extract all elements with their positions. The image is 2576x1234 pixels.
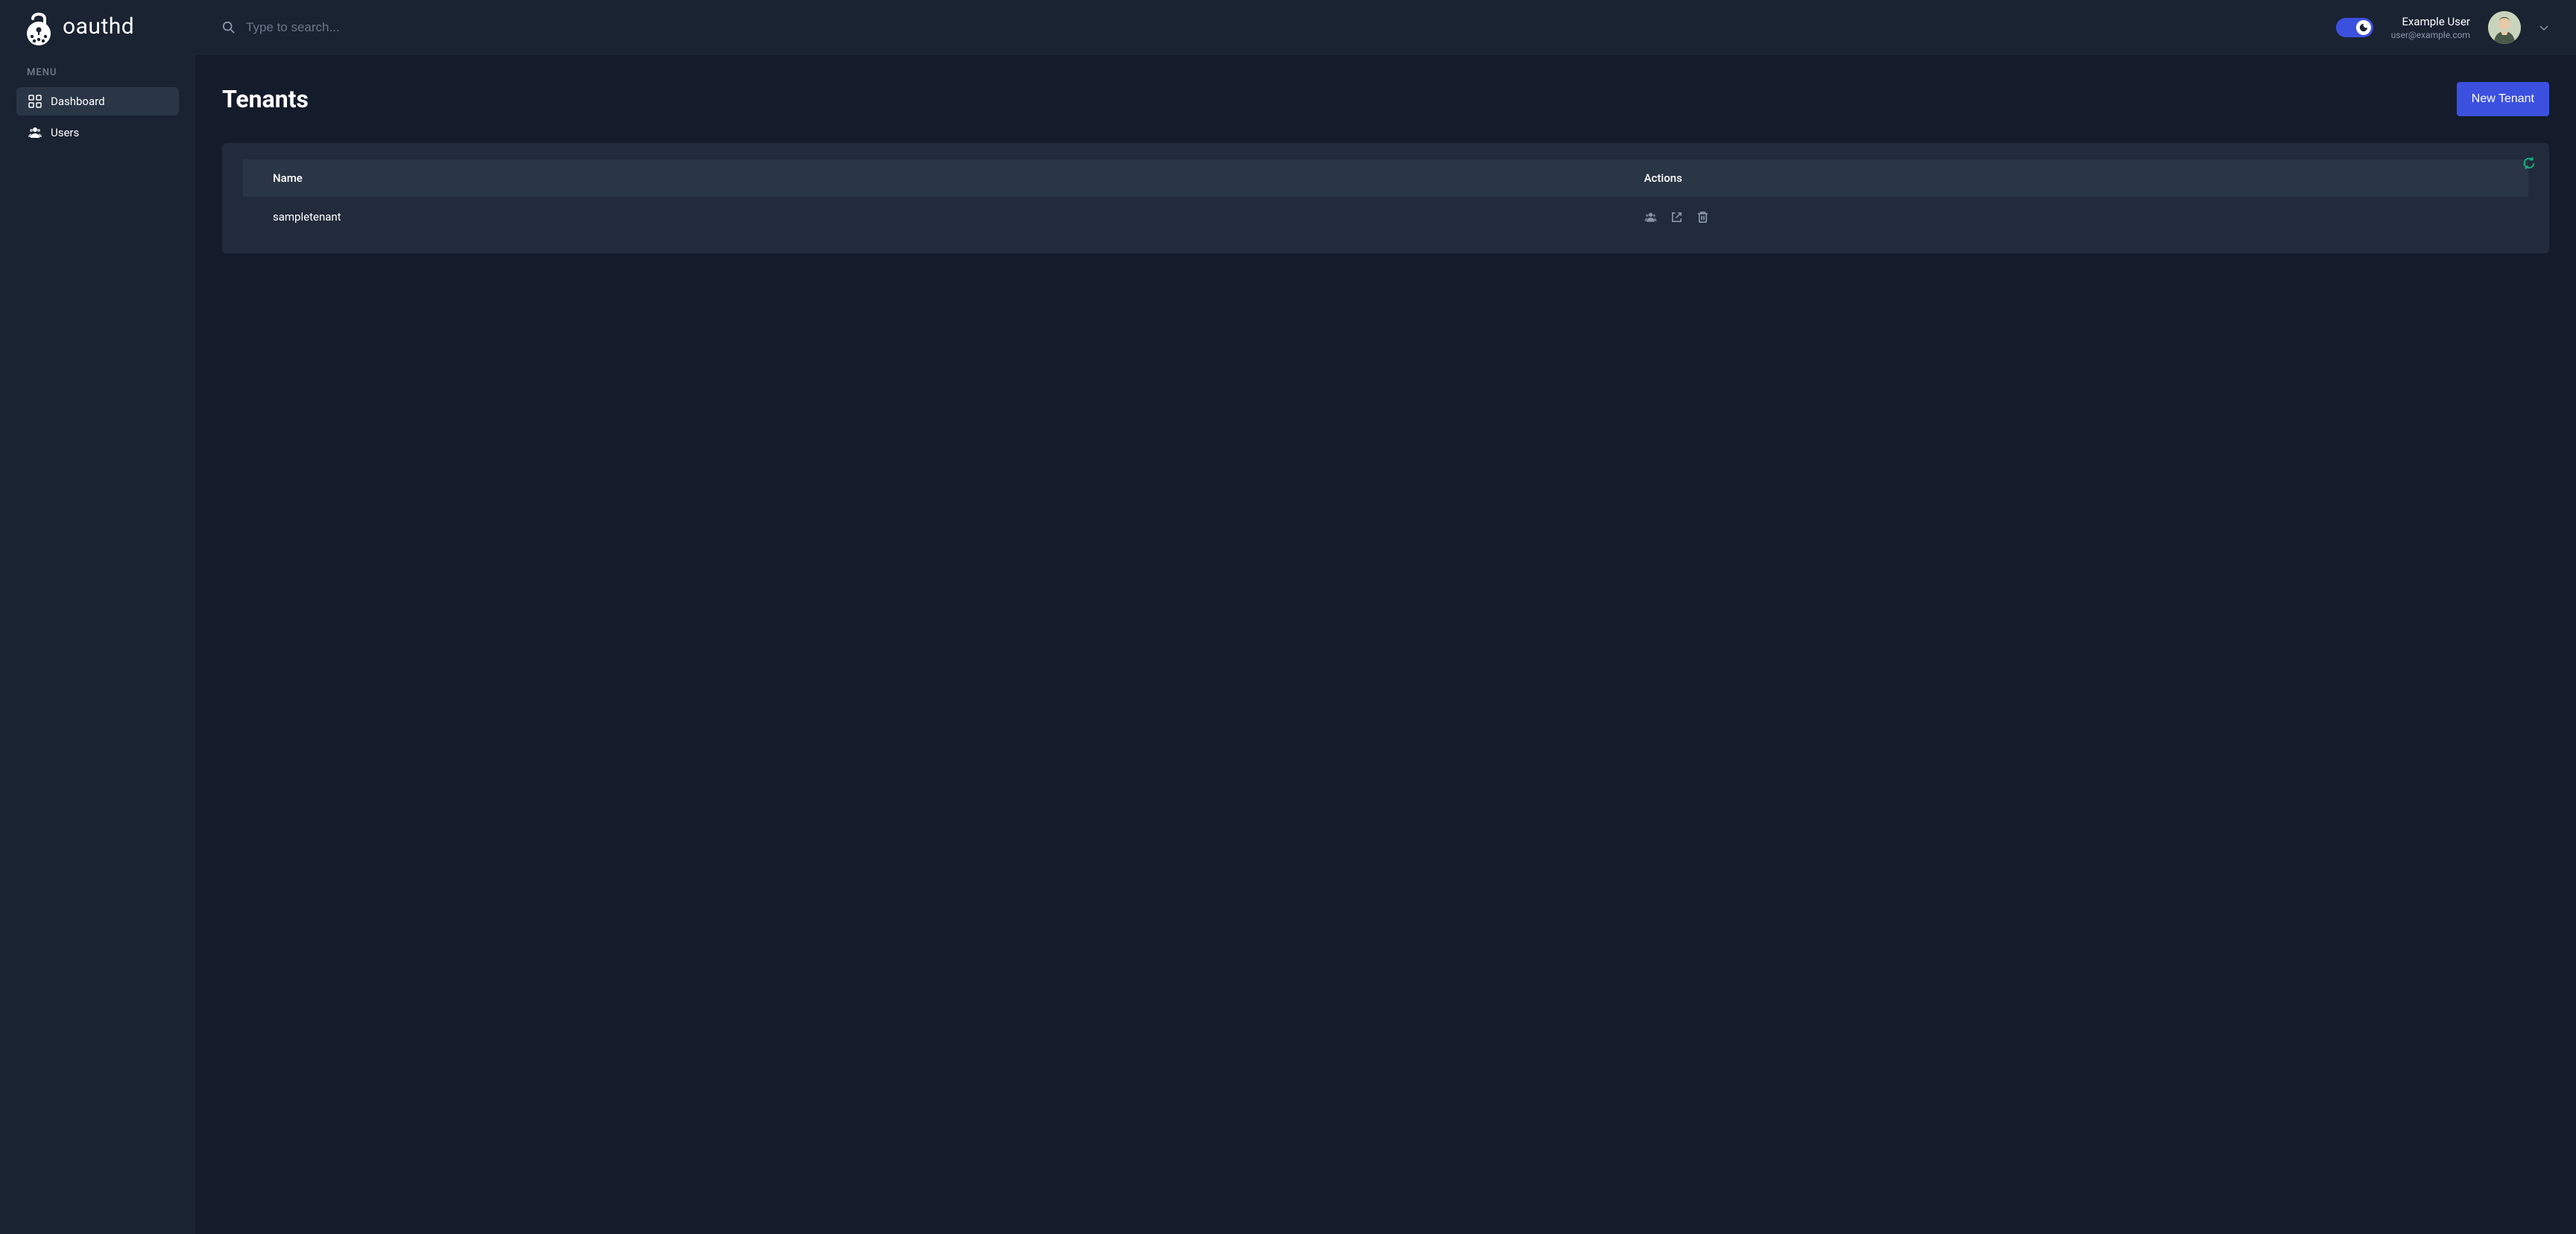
page-title: Tenants: [222, 85, 309, 113]
tenant-name-cell: sampletenant: [243, 197, 1614, 237]
refresh-icon[interactable]: [2522, 156, 2536, 170]
moon-icon: [2356, 20, 2371, 35]
sidebar: oauthd MENU Dashboard: [0, 0, 195, 1234]
users-icon: [28, 126, 42, 139]
chevron-down-icon[interactable]: [2539, 22, 2549, 33]
external-link-icon[interactable]: [1670, 211, 1683, 224]
tenant-actions-cell: [1614, 197, 2528, 237]
users-icon[interactable]: [1644, 211, 1657, 224]
tenants-table: Name Actions sampletenant: [243, 159, 2528, 237]
header: Example User user@example.com: [195, 0, 2576, 55]
logo-icon: [24, 5, 54, 47]
table-row: sampletenant: [243, 197, 2528, 237]
page-header: Tenants New Tenant: [222, 82, 2549, 116]
logo-area: oauthd: [0, 0, 195, 55]
brand-name: oauthd: [63, 13, 134, 39]
user-info: Example User user@example.com: [2391, 15, 2470, 40]
column-header-name: Name: [243, 159, 1614, 197]
trash-icon[interactable]: [1696, 211, 1709, 224]
content: Tenants New Tenant Name: [195, 55, 2576, 1234]
table-card: Name Actions sampletenant: [222, 143, 2549, 253]
search-icon: [222, 21, 236, 34]
theme-toggle[interactable]: [2336, 18, 2373, 37]
user-name: Example User: [2402, 15, 2470, 28]
dashboard-icon: [28, 95, 42, 108]
sidebar-item-dashboard[interactable]: Dashboard: [16, 87, 179, 116]
avatar[interactable]: [2488, 11, 2521, 44]
sidebar-item-label: Dashboard: [51, 95, 105, 108]
menu-label: MENU: [0, 55, 195, 87]
column-header-actions: Actions: [1614, 159, 2528, 197]
new-tenant-button[interactable]: New Tenant: [2457, 82, 2549, 116]
user-email: user@example.com: [2391, 30, 2470, 40]
search-wrapper: [222, 20, 2321, 35]
search-input[interactable]: [246, 20, 2321, 35]
sidebar-item-label: Users: [51, 126, 79, 139]
sidebar-item-users[interactable]: Users: [16, 118, 179, 147]
